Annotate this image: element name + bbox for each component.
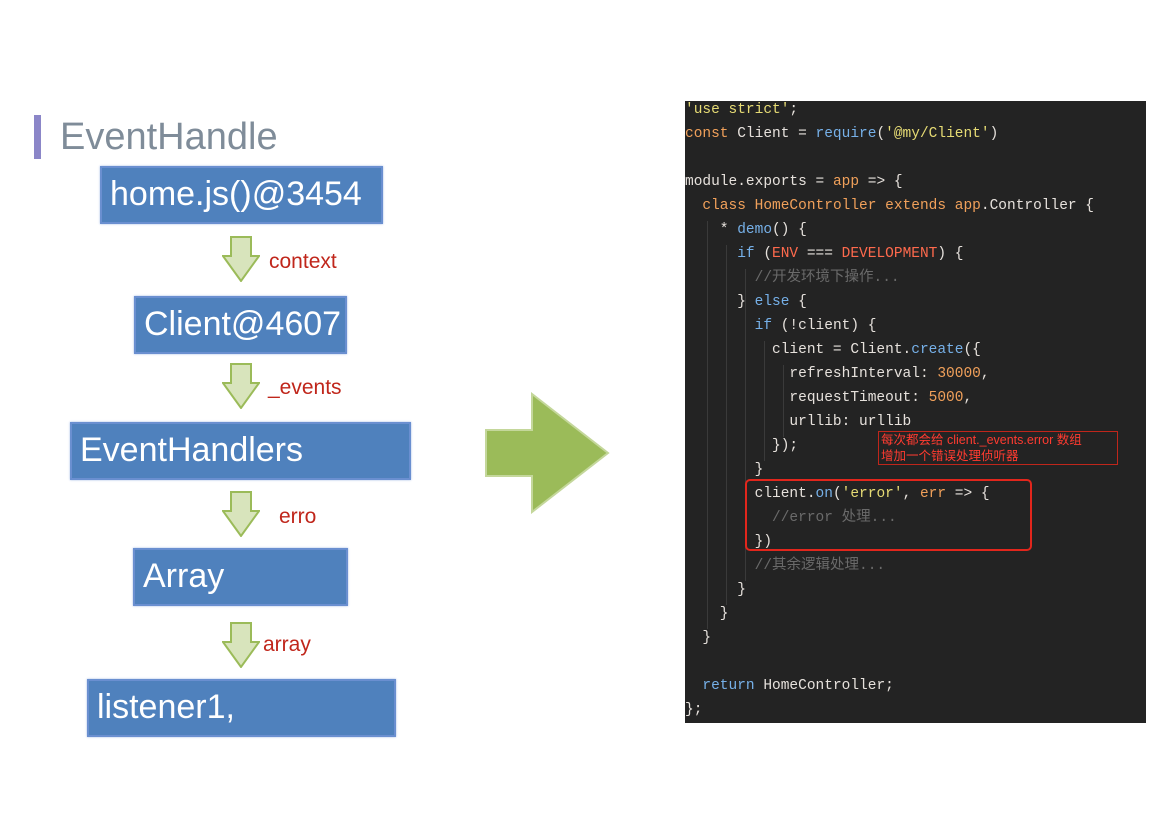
arrow-label-context: context bbox=[269, 250, 337, 273]
code-token: urllib: urllib bbox=[685, 414, 912, 430]
code-token: //开发环境下操作... bbox=[685, 270, 900, 286]
flow-box-homejs: home.js()@3454 bbox=[100, 166, 383, 224]
code-line: * demo() { bbox=[685, 218, 807, 242]
code-token: demo bbox=[737, 222, 773, 238]
code-line: } bbox=[685, 578, 746, 602]
code-token: 'use strict' bbox=[685, 102, 790, 118]
code-token: create bbox=[911, 342, 964, 358]
code-line: refreshInterval: 30000, bbox=[685, 362, 990, 386]
error-handler-highlight bbox=[745, 479, 1032, 551]
code-token: (!client) { bbox=[772, 318, 877, 334]
code-token: if bbox=[737, 246, 755, 262]
arrow-label-array: array bbox=[263, 633, 311, 656]
code-token: ) bbox=[989, 126, 999, 142]
code-line: }; bbox=[685, 698, 702, 722]
code-line: //其余逻辑处理... bbox=[685, 554, 886, 578]
code-token: HomeController bbox=[754, 198, 877, 214]
arrow-label-erro: erro bbox=[279, 505, 317, 528]
code-token: //其余逻辑处理... bbox=[685, 558, 886, 574]
down-arrow-icon bbox=[222, 491, 260, 537]
code-line: } bbox=[685, 602, 729, 626]
arrow-label-events: _events bbox=[268, 376, 342, 399]
code-line: } else { bbox=[685, 290, 807, 314]
code-token: extends bbox=[885, 198, 947, 214]
code-token: 5000 bbox=[928, 390, 964, 406]
down-arrow-icon bbox=[222, 236, 260, 282]
code-token: module.exports = bbox=[685, 174, 833, 190]
code-line: client = Client.create({ bbox=[685, 338, 981, 362]
code-token: => { bbox=[859, 174, 903, 190]
code-line: //开发环境下操作... bbox=[685, 266, 900, 290]
code-token: () { bbox=[772, 222, 807, 238]
code-token: app bbox=[832, 174, 860, 190]
code-token: ENV bbox=[772, 246, 799, 262]
code-token: .Controller { bbox=[980, 198, 1095, 214]
code-line: return HomeController; bbox=[685, 674, 894, 698]
code-token: }; bbox=[685, 702, 703, 718]
code-token: ; bbox=[789, 102, 799, 118]
code-token: requestTimeout: bbox=[685, 390, 929, 406]
code-token: HomeController; bbox=[754, 678, 894, 694]
flow-box-eventhandlers: EventHandlers bbox=[70, 422, 411, 480]
code-token: 30000 bbox=[937, 366, 981, 382]
code-line: }); bbox=[685, 434, 798, 458]
code-line: module.exports = app => { bbox=[685, 170, 903, 194]
code-token: require bbox=[815, 126, 877, 142]
code-line: 'use strict'; bbox=[685, 101, 798, 122]
code-line: const Client = require('@my/Client') bbox=[685, 122, 998, 146]
code-token: } bbox=[685, 462, 764, 478]
code-token: class bbox=[702, 198, 746, 214]
code-token: if bbox=[754, 318, 773, 334]
annotation-note: 每次都会给 client._events.error 数组 增加一个错误处理侦听… bbox=[878, 431, 1118, 465]
code-token: return bbox=[702, 678, 755, 694]
code-line: } bbox=[685, 626, 711, 650]
down-arrow-icon bbox=[222, 622, 260, 668]
right-arrow-icon bbox=[485, 392, 610, 514]
flow-box-listener: listener1, bbox=[87, 679, 396, 737]
code-token: app bbox=[954, 198, 981, 214]
code-token: const bbox=[685, 126, 729, 142]
code-token: ( bbox=[754, 246, 773, 262]
title-accent-bar bbox=[34, 115, 41, 159]
code-token: ( bbox=[876, 126, 886, 142]
code-token: } bbox=[685, 606, 729, 622]
down-arrow-icon bbox=[222, 363, 260, 409]
code-token: === bbox=[798, 246, 842, 262]
code-token: refreshInterval: bbox=[685, 366, 938, 382]
code-token: } bbox=[685, 294, 755, 310]
flow-box-client: Client@4607 bbox=[134, 296, 347, 354]
annotation-line: 增加一个错误处理侦听器 bbox=[881, 449, 1019, 463]
code-line: class HomeController extends app.Control… bbox=[685, 194, 1094, 218]
code-token: , bbox=[963, 390, 973, 406]
code-token: * bbox=[685, 222, 738, 238]
code-token: , bbox=[980, 366, 990, 382]
code-token: '@my/Client' bbox=[885, 126, 990, 142]
code-token: }); bbox=[685, 438, 799, 454]
code-line: if (ENV === DEVELOPMENT) { bbox=[685, 242, 963, 266]
code-line: requestTimeout: 5000, bbox=[685, 386, 972, 410]
slide-title: EventHandle bbox=[60, 116, 278, 158]
code-token: } bbox=[685, 630, 712, 646]
code-token: else bbox=[754, 294, 790, 310]
code-panel: 'use strict'; const Client = require('@my… bbox=[685, 101, 1146, 723]
code-token: ({ bbox=[963, 342, 981, 358]
code-token: DEVELOPMENT bbox=[841, 246, 938, 262]
flow-box-array: Array bbox=[133, 548, 348, 606]
annotation-line: 每次都会给 client._events.error 数组 bbox=[881, 433, 1082, 447]
code-token: Client = bbox=[728, 126, 816, 142]
code-token: } bbox=[685, 582, 746, 598]
code-token: { bbox=[789, 294, 807, 310]
code-token: ) { bbox=[937, 246, 964, 262]
code-token: client = Client. bbox=[685, 342, 912, 358]
code-line: if (!client) { bbox=[685, 314, 877, 338]
